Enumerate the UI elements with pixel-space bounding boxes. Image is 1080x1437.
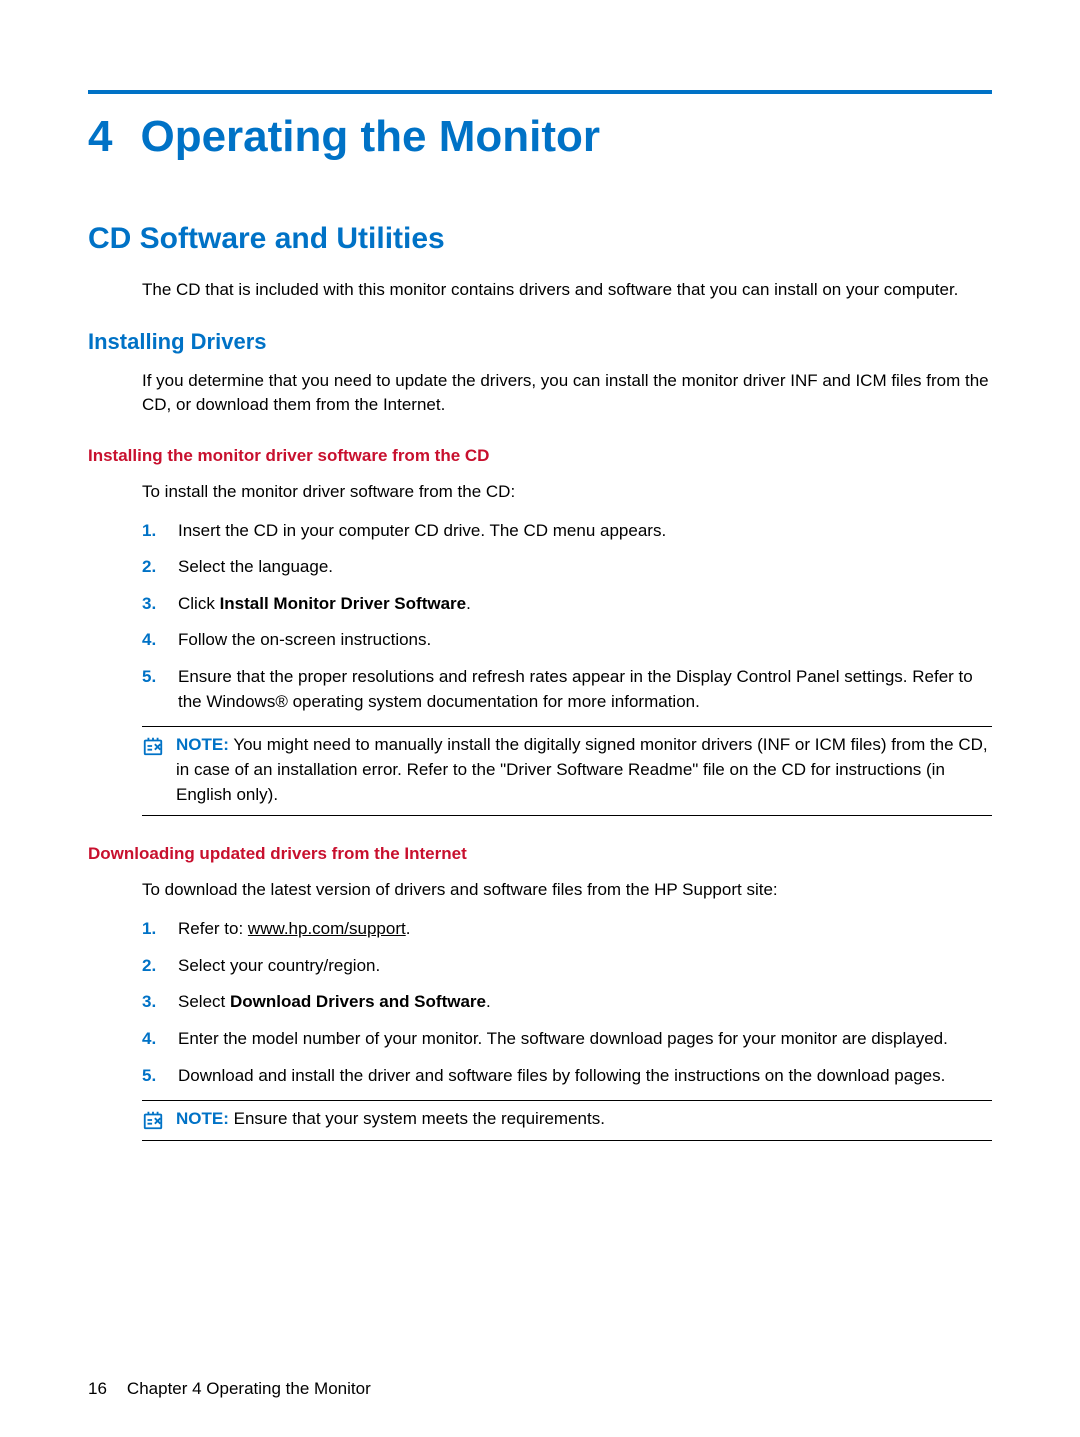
- footer-chapter-label: Chapter 4 Operating the Monitor: [127, 1379, 371, 1399]
- page-footer: 16 Chapter 4 Operating the Monitor: [88, 1379, 371, 1399]
- step-text: Click: [178, 594, 220, 613]
- step-text: Select: [178, 992, 230, 1011]
- step-item: Download and install the driver and soft…: [142, 1064, 992, 1089]
- step-item: Refer to: www.hp.com/support.: [142, 917, 992, 942]
- section-title-cd-software: CD Software and Utilities: [88, 222, 992, 256]
- note-block: NOTE: You might need to manually install…: [142, 726, 992, 816]
- step-item: Follow the on-screen instructions.: [142, 628, 992, 653]
- chapter-title: Operating the Monitor: [140, 112, 600, 162]
- step-item: Ensure that the proper resolutions and r…: [142, 665, 992, 714]
- lead-install-from-cd: To install the monitor driver software f…: [142, 480, 992, 505]
- step-item: Select Download Drivers and Software.: [142, 990, 992, 1015]
- steps-download-internet: Refer to: www.hp.com/support. Select you…: [142, 917, 992, 1088]
- subsection-intro: If you determine that you need to update…: [142, 369, 992, 418]
- lead-download-internet: To download the latest version of driver…: [142, 878, 992, 903]
- step-item: Insert the CD in your computer CD drive.…: [142, 519, 992, 544]
- chapter-number: 4: [88, 112, 112, 162]
- step-bold: Download Drivers and Software: [230, 992, 486, 1011]
- section-intro: The CD that is included with this monito…: [142, 278, 992, 303]
- step-text: .: [486, 992, 491, 1011]
- step-item: Enter the model number of your monitor. …: [142, 1027, 992, 1052]
- document-page: 4 Operating the Monitor CD Software and …: [0, 0, 1080, 1437]
- top-divider: [88, 90, 992, 94]
- note-label: NOTE:: [176, 735, 229, 754]
- support-link[interactable]: www.hp.com/support: [248, 919, 406, 938]
- note-content: NOTE: Ensure that your system meets the …: [176, 1107, 992, 1132]
- step-item: Click Install Monitor Driver Software.: [142, 592, 992, 617]
- chapter-heading: 4 Operating the Monitor: [88, 112, 992, 162]
- note-label: NOTE:: [176, 1109, 229, 1128]
- page-number: 16: [88, 1379, 107, 1399]
- heading-download-internet: Downloading updated drivers from the Int…: [88, 844, 992, 864]
- step-text: .: [406, 919, 411, 938]
- step-item: Select your country/region.: [142, 954, 992, 979]
- note-icon: [142, 1107, 166, 1132]
- step-text: .: [466, 594, 471, 613]
- step-item: Select the language.: [142, 555, 992, 580]
- step-text: Refer to:: [178, 919, 248, 938]
- note-block: NOTE: Ensure that your system meets the …: [142, 1100, 992, 1141]
- subsection-installing-drivers: Installing Drivers: [88, 329, 992, 355]
- heading-install-from-cd: Installing the monitor driver software f…: [88, 446, 992, 466]
- note-text: You might need to manually install the d…: [176, 735, 988, 803]
- steps-install-from-cd: Insert the CD in your computer CD drive.…: [142, 519, 992, 715]
- step-bold: Install Monitor Driver Software: [220, 594, 467, 613]
- note-icon: [142, 733, 166, 807]
- note-content: NOTE: You might need to manually install…: [176, 733, 992, 807]
- note-text: Ensure that your system meets the requir…: [234, 1109, 605, 1128]
